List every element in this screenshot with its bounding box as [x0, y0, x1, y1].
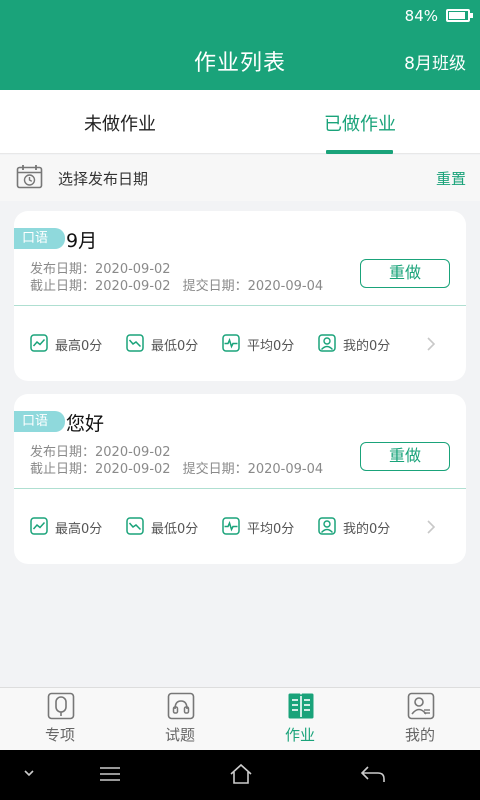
- average-score-icon: [222, 517, 240, 535]
- date-filter-bar[interactable]: 选择发布日期 重置: [0, 155, 480, 201]
- redo-button[interactable]: 重做: [360, 259, 450, 288]
- special-icon: [47, 692, 75, 720]
- tab-label: 已做作业: [324, 114, 396, 135]
- divider: [14, 488, 466, 489]
- nav-exam[interactable]: 试题: [120, 688, 240, 751]
- nav-homework[interactable]: 作业: [240, 688, 360, 751]
- submit-date: 提交日期：2020-09-04: [182, 279, 324, 294]
- assignment-tag: 口语: [14, 411, 65, 432]
- tab-done-homework[interactable]: 已做作业: [240, 90, 480, 154]
- assignment-name: 您好: [66, 413, 105, 435]
- home-icon[interactable]: [229, 763, 253, 785]
- date-line: 截止日期：2020-09-02 提交日期：2020-09-04: [30, 458, 323, 477]
- assignment-card[interactable]: 口语 您好 发布日期：2020-09-02 截止日期：2020-09-02 提交日…: [14, 394, 466, 564]
- redo-button[interactable]: 重做: [360, 442, 450, 471]
- average-score-icon: [222, 334, 240, 352]
- calendar-icon: [16, 165, 43, 189]
- chevron-down-icon[interactable]: [22, 768, 36, 780]
- lowest-score-icon: [126, 517, 144, 535]
- my-score-icon: [318, 517, 336, 535]
- app-header: 作业列表 8月班级: [0, 32, 480, 90]
- divider: [14, 305, 466, 306]
- battery-percentage: 84%: [404, 7, 438, 25]
- status-bar: 84%: [0, 0, 480, 32]
- tab-label: 未做作业: [84, 114, 156, 135]
- bottom-nav: 专项 试题 作业 我的: [0, 687, 480, 750]
- submit-date: 提交日期：2020-09-04: [182, 462, 324, 477]
- highest-score-icon: [30, 517, 48, 535]
- my-score-icon: [318, 334, 336, 352]
- deadline-date: 截止日期：2020-09-02: [30, 279, 171, 294]
- class-selector[interactable]: 8月班级: [404, 49, 466, 74]
- homework-icon: [288, 693, 314, 719]
- assignment-tag: 口语: [14, 228, 65, 249]
- assignment-card[interactable]: 口语 9月 发布日期：2020-09-02 截止日期：2020-09-02 提交日…: [14, 211, 466, 381]
- tab-undone-homework[interactable]: 未做作业: [0, 90, 240, 154]
- tab-bar: 未做作业 已做作业: [0, 90, 480, 154]
- back-icon[interactable]: [360, 763, 386, 785]
- date-line: 截止日期：2020-09-02 提交日期：2020-09-04: [30, 275, 323, 294]
- date-filter-label: 选择发布日期: [58, 170, 149, 188]
- system-nav-bar: [0, 750, 480, 800]
- menu-icon[interactable]: [98, 763, 122, 785]
- active-tab-indicator: [326, 150, 393, 154]
- assignment-name: 9月: [66, 230, 98, 252]
- highest-score-icon: [30, 334, 48, 352]
- deadline-date: 截止日期：2020-09-02: [30, 462, 171, 477]
- chevron-right-icon[interactable]: [424, 335, 438, 353]
- battery-icon: [446, 9, 473, 22]
- chevron-right-icon[interactable]: [424, 518, 438, 536]
- nav-special[interactable]: 专项: [0, 688, 120, 751]
- exam-icon: [167, 692, 195, 720]
- nav-profile[interactable]: 我的: [360, 688, 480, 751]
- reset-button[interactable]: 重置: [436, 168, 466, 189]
- lowest-score-icon: [126, 334, 144, 352]
- profile-icon: [407, 692, 435, 720]
